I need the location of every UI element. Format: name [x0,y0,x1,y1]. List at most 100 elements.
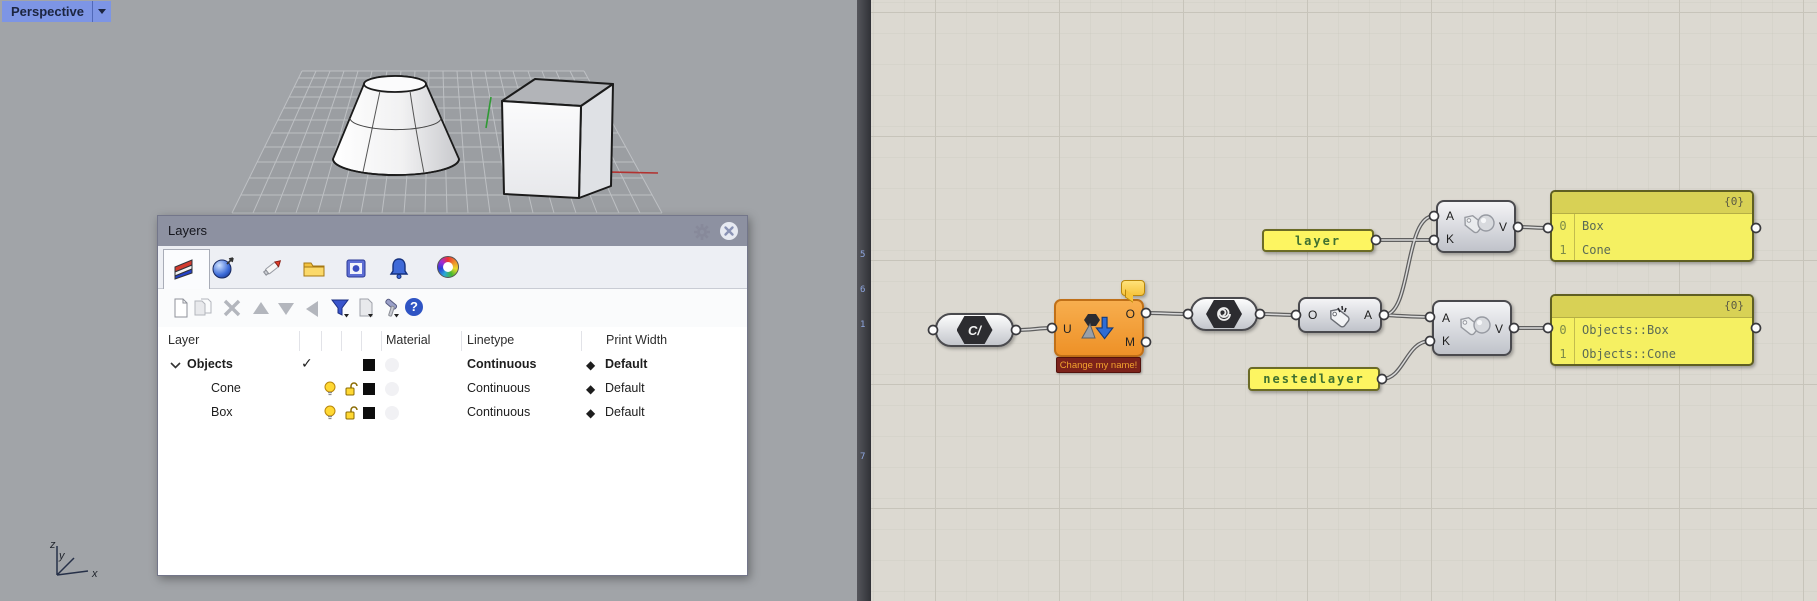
panel-header: {0} [1552,192,1752,214]
move-left-icon[interactable] [306,301,326,321]
layer-settings-page-icon[interactable] [356,298,376,318]
filter-funnel-icon[interactable] [330,298,350,318]
port-a[interactable]: A [1446,209,1454,223]
app-window: Perspective z y x Layers [0,0,1817,601]
port-o[interactable]: O [1308,308,1317,322]
gh-curve-param[interactable]: C/ [935,313,1014,347]
layer-name: Objects [187,357,233,371]
path-badge: {0} [1724,195,1744,208]
gizmo-x-label: x [91,568,98,580]
layer-color-swatch[interactable] [363,383,375,395]
notifications-bell-icon[interactable] [387,256,411,280]
print-width-diamond: ◆ [586,406,595,420]
layers-tab-icon[interactable] [172,256,196,280]
port-a[interactable]: A [1442,311,1450,325]
panel-row: 0 Box [1552,214,1752,238]
box-object [502,79,613,198]
layers-panel-tabstrip [158,246,747,289]
panel-row: 1 Objects::Cone [1552,342,1752,366]
axis-gizmo: z y x [30,525,110,595]
layer-print-width: Default [605,381,645,395]
chevron-expand-icon[interactable] [170,362,181,369]
info-page-tab-icon[interactable] [344,256,368,280]
layer-color-swatch[interactable] [363,359,375,371]
rhino-viewport[interactable]: Perspective z y x Layers [0,0,857,601]
rename-warning-tag: Change my name! [1056,357,1141,373]
colors-tab-icon[interactable] [437,256,459,278]
window-divider: 5 6 1 7 [857,0,871,601]
chevron-down-icon [98,9,106,14]
libraries-tab-icon[interactable] [302,256,326,280]
move-up-icon[interactable] [253,302,273,322]
print-width-diamond: ◆ [586,358,595,372]
layer-linetype: Continuous [467,381,530,395]
spiral-icon [1206,300,1242,328]
new-layer-icon[interactable] [171,298,191,318]
lock-open-icon[interactable] [344,381,359,397]
tools-hammer-icon[interactable] [381,298,401,318]
lock-open-icon[interactable] [344,405,359,421]
layer-color-swatch[interactable] [363,407,375,419]
materials-tab-icon[interactable] [211,256,235,280]
gizmo-z-label: z [49,539,56,551]
clipped-text: 5 [860,250,865,260]
gh-tag-component[interactable]: O A [1298,297,1382,333]
column-material: Material [386,333,430,347]
gh-output-panel-2[interactable]: {0} 0 Objects::Box 1 Objects::Cone [1550,294,1754,366]
gh-data-param[interactable] [1190,297,1258,331]
gizmo-y-label: y [58,550,66,562]
path-badge: {0} [1724,299,1744,312]
gh-panel-layer[interactable]: layer [1262,229,1374,252]
layer-print-width: Default [605,357,647,371]
rename-component-icon [1080,312,1120,348]
close-icon[interactable] [720,222,738,240]
port-m[interactable]: M [1125,335,1135,349]
column-linetype: Linetype [467,333,514,347]
layer-print-width: Default [605,405,645,419]
viewport-tab-dropdown[interactable] [93,1,111,22]
layer-row-box[interactable]: Box Continuous ◆ Default [158,401,747,425]
layer-row-objects[interactable]: Objects ✓ Continuous ◆ Default [158,353,747,377]
layer-linetype: Continuous [467,405,530,419]
port-u[interactable]: U [1063,322,1072,336]
port-a[interactable]: A [1364,308,1372,322]
help-icon[interactable]: ? [405,298,425,318]
layer-table-header: Layer Material Linetype Print Width [158,329,747,353]
current-layer-check: ✓ [301,356,313,372]
panel-row: 1 Cone [1552,238,1752,262]
tag-icon [1326,302,1360,332]
gear-icon[interactable] [693,223,711,241]
port-k[interactable]: K [1446,232,1454,246]
paint-tab-icon[interactable] [260,256,284,280]
layers-panel-titlebar[interactable]: Layers [158,216,747,246]
visibility-bulb-icon[interactable] [323,381,337,397]
clipped-text: 7 [860,452,865,462]
key-value-icon [1456,312,1496,348]
layer-name: Cone [211,381,241,395]
layer-row-cone[interactable]: Cone Continuous ◆ Default [158,377,747,401]
gh-panel-nestedlayer[interactable]: nestedlayer [1248,367,1380,391]
clipped-text: 1 [860,320,865,330]
delete-layer-icon[interactable] [222,298,242,318]
new-sublayer-icon[interactable] [193,298,213,318]
material-preview[interactable] [385,358,399,372]
key-value-icon [1460,210,1500,246]
panel-row: 0 Objects::Box [1552,318,1752,342]
material-preview[interactable] [385,382,399,396]
gh-output-panel-1[interactable]: {0} 0 Box 1 Cone [1550,190,1754,262]
port-o[interactable]: O [1126,307,1135,321]
viewport-tab-label: Perspective [2,4,92,19]
viewport-tab-perspective[interactable]: Perspective [2,1,111,22]
move-down-icon[interactable] [278,303,298,323]
visibility-bulb-icon[interactable] [323,405,337,421]
port-v[interactable]: V [1495,322,1503,336]
clipped-text: 6 [860,285,865,295]
material-preview[interactable] [385,406,399,420]
port-v[interactable]: V [1499,220,1507,234]
gh-values-component-2[interactable]: A K V [1432,300,1512,356]
gh-rename-component[interactable]: U O M [1054,299,1144,357]
balloon-note-icon[interactable] [1121,280,1145,296]
print-width-diamond: ◆ [586,382,595,396]
port-k[interactable]: K [1442,334,1450,348]
gh-values-component-1[interactable]: A K V [1436,200,1516,253]
